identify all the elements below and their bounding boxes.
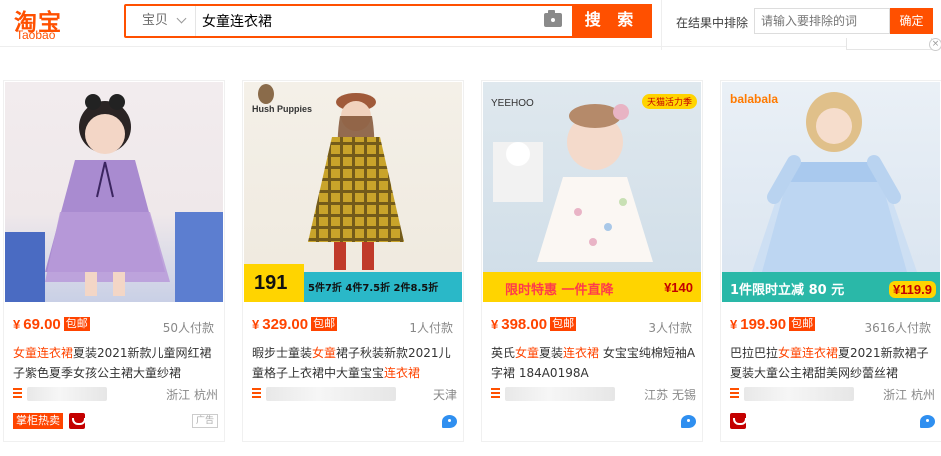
shop-location: 江苏 无锡 xyxy=(644,388,696,402)
free-shipping-badge: 包邮 xyxy=(63,317,90,331)
product-card[interactable]: YEEHOO 天猫活力季 限时特惠 一件直降 ¥140 ¥398.00 包邮 3… xyxy=(481,80,703,442)
product-title[interactable]: 女童连衣裙夏装2021新款儿童网红裙子紫色夏季女孩公主裙大童纱裙 xyxy=(13,343,218,383)
product-price: ¥398.00 包邮 xyxy=(491,316,577,333)
tmall-icon xyxy=(69,413,86,429)
wangwang-chat-icon[interactable] xyxy=(442,415,457,428)
search-scope-select[interactable]: 宝贝 xyxy=(126,6,196,36)
banner-text: 5件7折 4件7.5折 2件8.5折 xyxy=(308,283,439,294)
chevron-down-icon xyxy=(176,13,187,24)
product-card[interactable]: ¥69.00 包邮 50人付款 女童连衣裙夏装2021新款儿童网红裙子紫色夏季女孩… xyxy=(3,80,225,442)
shop-location: 浙江 杭州 xyxy=(166,388,218,402)
product-grid: ¥69.00 包邮 50人付款 女童连衣裙夏装2021新款儿童网红裙子紫色夏季女孩… xyxy=(0,80,941,456)
shop-name-blurred[interactable] xyxy=(266,387,396,401)
search-input[interactable] xyxy=(196,6,572,36)
badge-row xyxy=(491,413,696,431)
paid-count: 3616人付款 xyxy=(864,321,931,335)
shop-icon xyxy=(491,388,500,400)
shop-row: 天津 xyxy=(252,386,457,402)
exclude-input[interactable] xyxy=(754,8,890,34)
confirm-button[interactable]: 确定 xyxy=(890,8,933,34)
banner-price: 191 xyxy=(254,272,288,294)
free-shipping-badge: 包邮 xyxy=(311,317,338,331)
shop-name-blurred[interactable] xyxy=(744,387,854,401)
free-shipping-badge: 包邮 xyxy=(550,317,577,331)
banner-price-box: 191 xyxy=(244,264,304,302)
shop-icon xyxy=(252,388,261,400)
ad-label: 广告 xyxy=(191,414,218,428)
shop-row: 浙江 杭州 xyxy=(13,386,218,402)
product-image[interactable]: Hush Puppies 191 5件7折 4件7.5折 2件8.5折 xyxy=(244,82,462,302)
close-icon[interactable]: × xyxy=(929,38,941,51)
badge-row xyxy=(252,413,457,431)
free-shipping-badge: 包邮 xyxy=(789,317,816,331)
product-image[interactable]: balabala 1件限时立减 80 元 ¥119.9 xyxy=(722,82,940,302)
hot-seller-tag: 掌柜热卖 xyxy=(13,413,63,429)
shop-name-blurred[interactable] xyxy=(27,387,107,401)
header-divider xyxy=(0,46,941,47)
logo-text-en: Taobao xyxy=(16,28,56,42)
product-price: ¥329.00 包邮 xyxy=(252,316,338,333)
wangwang-chat-icon[interactable] xyxy=(681,415,696,428)
promo-banner: 限时特惠 一件直降 ¥140 xyxy=(483,272,701,302)
tmall-icon xyxy=(730,413,747,429)
promo-banner: 191 5件7折 4件7.5折 2件8.5折 xyxy=(244,264,462,302)
product-price: ¥199.90 包邮 xyxy=(730,316,816,333)
search-box: 宝贝 搜 索 xyxy=(124,4,652,38)
product-card[interactable]: Hush Puppies 191 5件7折 4件7.5折 2件8.5折 ¥ 32… xyxy=(242,80,464,442)
shop-icon xyxy=(13,388,22,400)
product-title[interactable]: 暇步士童装女童裙子秋装新款2021儿童格子上衣裙中大童宝宝连衣裙 xyxy=(252,343,457,383)
shop-location: 天津 xyxy=(432,388,457,402)
top-bar: 淘宝 Taobao 宝贝 搜 索 在结果中排除 确定 xyxy=(0,0,941,50)
paid-count: 1人付款 xyxy=(409,321,453,335)
product-card[interactable]: balabala 1件限时立减 80 元 ¥119.9 ¥199.90 包邮 36… xyxy=(720,80,941,442)
badge-row xyxy=(730,413,935,431)
exclude-label: 在结果中排除 xyxy=(676,16,749,30)
banner-price: ¥119.9 xyxy=(888,281,936,298)
shop-icon xyxy=(730,388,739,400)
product-price: ¥69.00 包邮 xyxy=(13,316,90,333)
product-image[interactable] xyxy=(5,82,223,302)
search-button[interactable]: 搜 索 xyxy=(572,4,652,38)
paid-count: 3人付款 xyxy=(648,321,692,335)
shop-name-blurred[interactable] xyxy=(505,387,615,401)
banner-text: 限时特惠 一件直降 xyxy=(505,283,614,298)
promo-banner: 1件限时立减 80 元 ¥119.9 xyxy=(722,272,940,302)
product-image[interactable]: YEEHOO 天猫活力季 限时特惠 一件直降 ¥140 xyxy=(483,82,701,302)
search-scope-label: 宝贝 xyxy=(142,13,169,28)
taobao-logo[interactable]: 淘宝 Taobao xyxy=(14,3,114,45)
divider xyxy=(661,0,662,50)
dropdown-panel-edge xyxy=(846,38,932,50)
wangwang-chat-icon[interactable] xyxy=(920,415,935,428)
product-title[interactable]: 巴拉巴拉女童连衣裙夏2021新款裙子夏装大童公主裙甜美网纱蕾丝裙 xyxy=(730,343,935,383)
shop-location: 浙江 杭州 xyxy=(883,388,935,402)
banner-text: 1件限时立减 80 元 xyxy=(730,283,845,298)
paid-count: 50人付款 xyxy=(162,321,214,335)
camera-icon[interactable] xyxy=(544,10,562,27)
product-title[interactable]: 英氏女童夏装连衣裙 女宝宝纯棉短袖A字裙 184A0198A xyxy=(491,343,696,383)
badge-row: 掌柜热卖 广告 xyxy=(13,413,218,431)
banner-price: ¥140 xyxy=(660,279,697,296)
shop-row: 浙江 杭州 xyxy=(730,386,935,402)
shop-row: 江苏 无锡 xyxy=(491,386,696,402)
